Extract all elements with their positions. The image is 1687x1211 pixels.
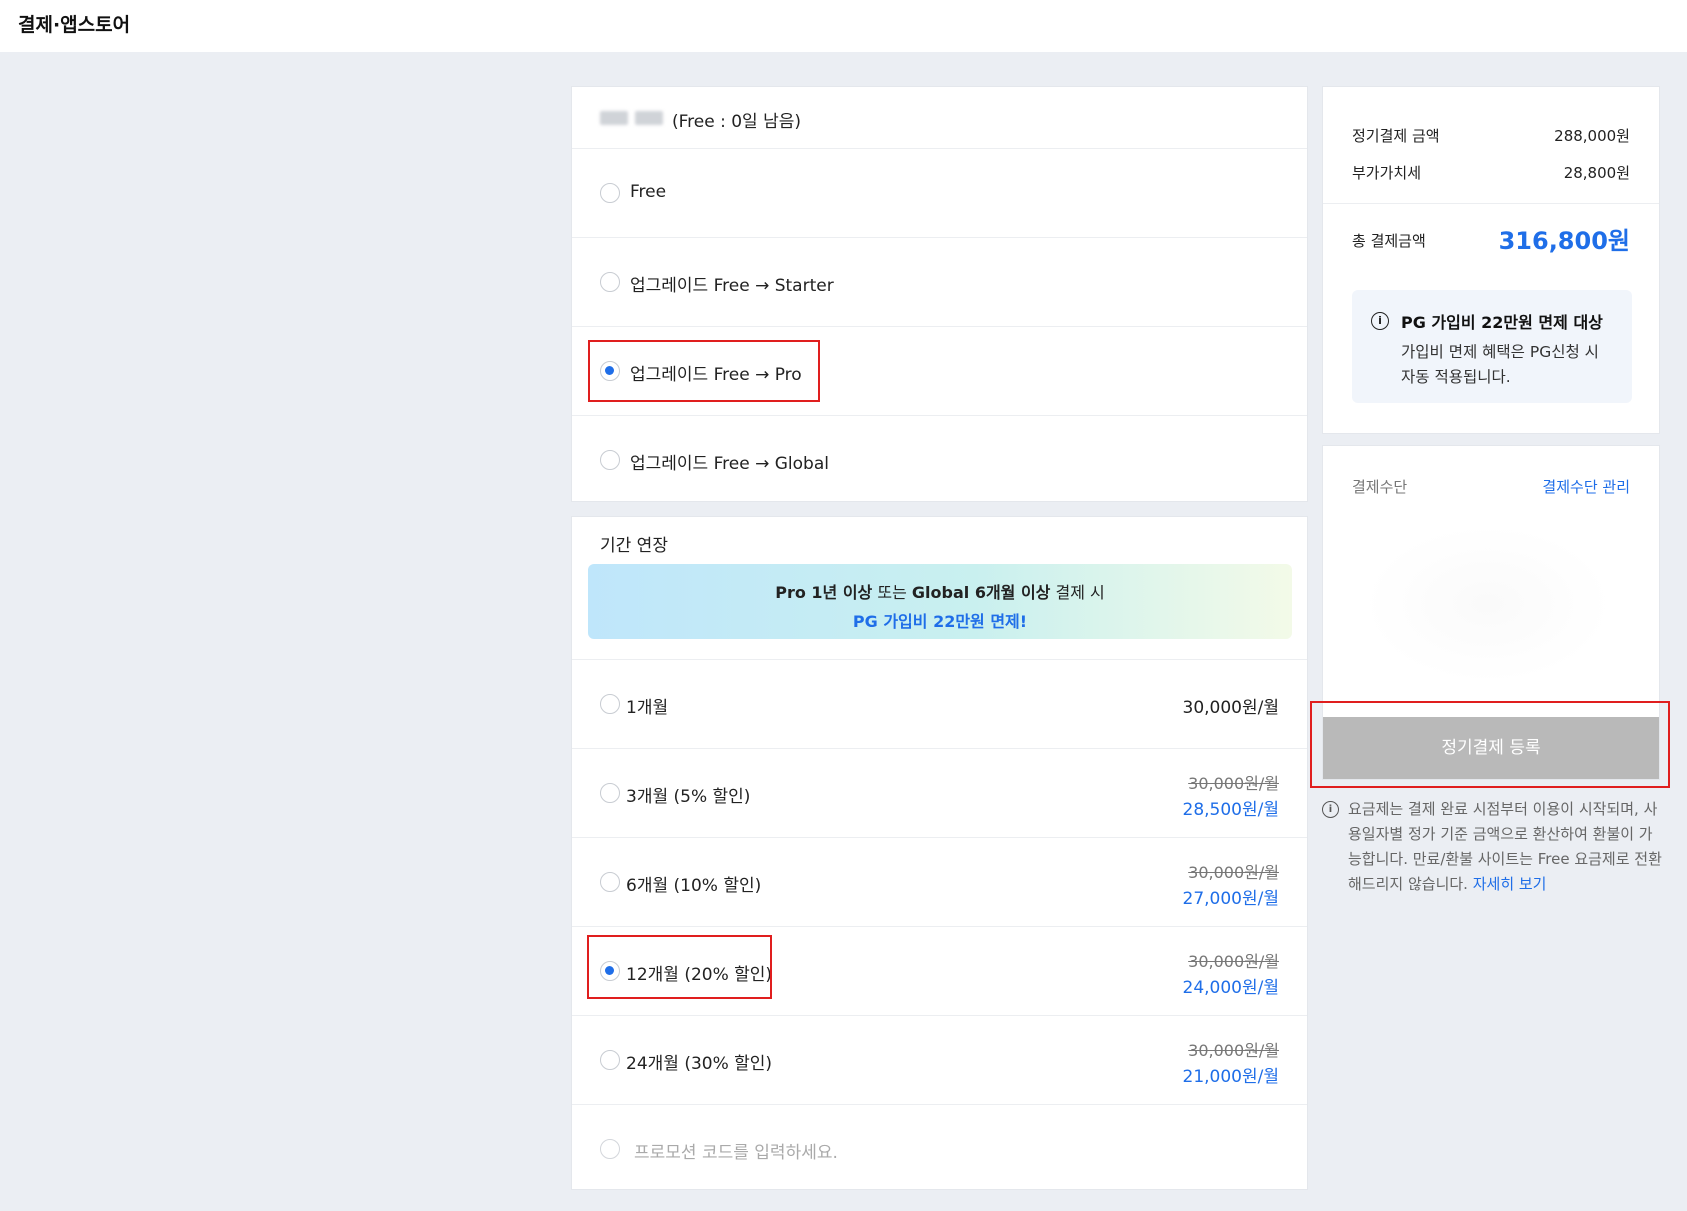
promo-code-placeholder[interactable]: 프로모션 코드를 입력하세요. [634,1138,838,1163]
period-label: 1개월 [626,698,669,718]
banner-bold-global: Global 6개월 이상 [911,583,1051,602]
discounted-price: 28,500원/월 [1182,800,1280,820]
vat-value: 28,800원 [1563,164,1630,182]
radio-button[interactable] [600,450,620,470]
banner-mid-text: 또는 [872,583,912,602]
original-price: 30,000원/월 [1188,774,1279,793]
period-label: 24개월 (30% 할인) [626,1054,773,1074]
radio-button[interactable] [600,694,620,714]
period-price: 30,000원/월 [1182,698,1280,718]
period-label: 3개월 (5% 할인) [626,787,751,807]
period-title: 기간 연장 [600,536,668,556]
notice-more-link[interactable]: 자세히 보기 [1473,875,1547,893]
period-card: 기간 연장 Pro 1년 이상 또는 Global 6개월 이상 결제 시 PG… [571,516,1308,1190]
plan-card: (Free : 0일 남음) Free 업그레이드 Free → Starter… [571,86,1308,502]
radio-button[interactable] [600,872,620,892]
plan-option-free[interactable]: Free [572,149,1307,238]
original-price: 30,000원/월 [1188,952,1279,971]
banner-tail-text: 결제 시 [1050,583,1105,602]
plan-option-label: 업그레이드 Free → Global [630,454,829,474]
summary-card: 정기결제 금액 288,000원 부가가치세 28,800원 총 결제금액 31… [1322,86,1660,434]
info-description: 가입비 면제 혜택은 PG신청 시 자동 적용됩니다. [1401,343,1599,386]
notice-text: 요금제는 결제 완료 시점부터 이용이 시작되며, 사용일자별 정가 기준 금액… [1348,797,1662,897]
payment-method-blurred [1363,524,1613,684]
radio-button[interactable] [600,783,620,803]
period-options: 1개월 30,000원/월 3개월 (5% 할인) 30,000원/월 28,5… [572,659,1307,1193]
plan-option-global[interactable]: 업그레이드 Free → Global [572,416,1307,505]
promo-banner-highlight: PG 가입비 22만원 면제! [852,612,1028,631]
payment-method-label: 결제수단 [1352,478,1408,496]
page-title: 결제·앱스토어 [18,14,131,36]
info-title: PG 가입비 22만원 면제 대상 [1401,313,1603,332]
info-icon: i [1371,312,1389,330]
total-amount-label: 총 결제금액 [1352,232,1426,250]
total-amount-value: 316,800원 [1498,227,1630,255]
discounted-price: 24,000원/월 [1182,978,1280,998]
plan-option-label: 업그레이드 Free → Starter [630,276,834,296]
discounted-price: 21,000원/월 [1182,1067,1280,1087]
payment-method-manage-link[interactable]: 결제수단 관리 [1542,476,1630,497]
plan-header: (Free : 0일 남음) [572,87,1307,149]
plan-option-starter[interactable]: 업그레이드 Free → Starter [572,238,1307,327]
plan-status: (Free : 0일 남음) [672,112,802,132]
highlight-box-pro [588,340,820,402]
highlight-box-register [1310,701,1670,788]
radio-button[interactable] [600,272,620,292]
period-option-6m[interactable]: 6개월 (10% 할인) 30,000원/월 27,000원/월 [572,837,1307,926]
original-price: 30,000원/월 [1188,863,1279,882]
radio-button[interactable] [600,1139,620,1159]
discounted-price: 27,000원/월 [1182,889,1280,909]
highlight-box-12m [587,935,772,999]
period-option-24m[interactable]: 24개월 (30% 할인) 30,000원/월 21,000원/월 [572,1015,1307,1104]
promo-banner-line1: Pro 1년 이상 또는 Global 6개월 이상 결제 시 [588,579,1292,603]
divider [1323,203,1659,204]
subscription-amount-value: 288,000원 [1554,127,1630,145]
period-option-1m[interactable]: 1개월 30,000원/월 [572,659,1307,748]
promo-code-option[interactable]: 프로모션 코드를 입력하세요. [572,1104,1307,1193]
banner-bold-pro: Pro 1년 이상 [775,583,873,602]
promo-banner: Pro 1년 이상 또는 Global 6개월 이상 결제 시 PG 가입비 2… [588,564,1292,639]
radio-button[interactable] [600,183,620,203]
blurred-site-name [600,110,670,126]
info-icon: i [1322,801,1339,818]
vat-label: 부가가치세 [1352,164,1422,182]
original-price: 30,000원/월 [1188,1041,1279,1060]
top-bar: 결제·앱스토어 [0,0,1687,52]
plan-option-label: Free [630,182,667,202]
period-label: 6개월 (10% 할인) [626,876,762,896]
period-option-3m[interactable]: 3개월 (5% 할인) 30,000원/월 28,500원/월 [572,748,1307,837]
subscription-amount-label: 정기결제 금액 [1352,127,1440,145]
info-box: i PG 가입비 22만원 면제 대상 가입비 면제 혜택은 PG신청 시 자동… [1352,290,1632,403]
radio-button[interactable] [600,1050,620,1070]
